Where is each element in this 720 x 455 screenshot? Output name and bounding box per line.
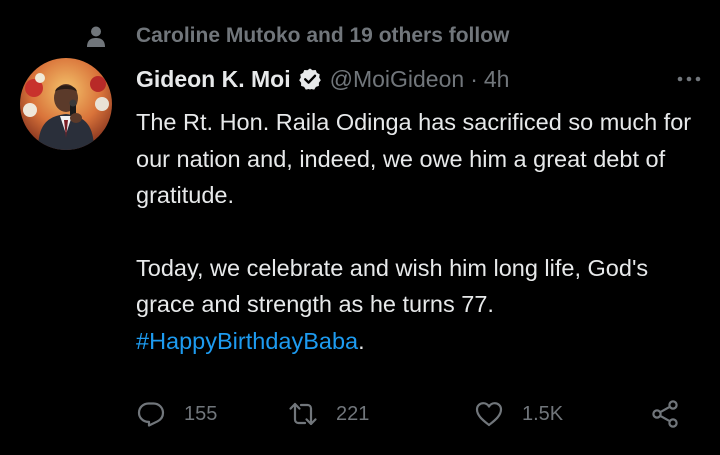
retweet-icon [289,402,317,426]
share-icon [652,400,678,428]
author-display-name[interactable]: Gideon K. Moi [136,66,291,93]
tweet-paragraph-2: Today, we celebrate and wish him long li… [136,254,649,318]
avatar[interactable] [20,58,112,150]
retweet-button[interactable]: 221 [288,394,369,434]
more-options-icon[interactable] [674,64,704,94]
avatar-photo [20,58,112,150]
like-button[interactable]: 1.5K [474,394,563,434]
hashtag-link[interactable]: #HappyBirthdayBaba [136,328,358,354]
share-button[interactable] [650,394,680,434]
tweet-timestamp[interactable]: 4h [484,66,510,93]
tweet-hashtag-line: #HappyBirthdayBaba. [136,323,701,360]
reply-button[interactable]: 155 [136,394,217,434]
tweet[interactable]: Caroline Mutoko and 19 others follow Gid… [0,0,720,455]
verified-badge-icon [298,68,321,90]
tweet-text: The Rt. Hon. Raila Odinga has sacrificed… [136,104,701,359]
heart-icon [475,402,503,427]
reply-count: 155 [184,402,218,425]
hashtag-trailing-period: . [358,327,365,354]
person-icon [87,26,105,47]
author-handle[interactable]: @MoiGideon [330,66,465,93]
tweet-actions: 155 221 1.5K [136,394,696,434]
social-context-text[interactable]: Caroline Mutoko and 19 others follow [136,24,509,48]
tweet-header: Gideon K. Moi @MoiGideon · 4h [136,62,698,96]
like-count: 1.5K [522,402,564,425]
separator-dot: · [470,65,478,92]
retweet-count: 221 [336,402,370,425]
tweet-paragraph-1: The Rt. Hon. Raila Odinga has sacrificed… [136,109,692,208]
reply-icon [137,402,165,427]
